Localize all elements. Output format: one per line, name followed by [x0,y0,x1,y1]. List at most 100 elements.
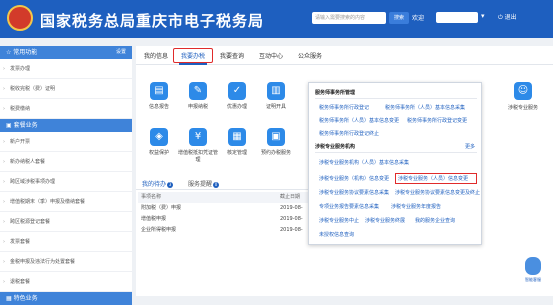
sidebar-section-title: 常用功能 [13,49,38,56]
search-button[interactable]: 搜索 [389,12,409,24]
tab-service-reminder[interactable]: 服务提醒 0 [188,179,220,188]
service-assessment[interactable]: ▦ 核定管理 [215,128,259,157]
dropdown-link[interactable]: 涉税专业服务协议要素信息采集 [319,189,389,196]
settings-link[interactable]: 设置 [116,46,126,59]
service-label: 申报纳税 [187,104,208,110]
dropdown-link[interactable]: 涉税专业服务（机构）信息变更 [319,175,389,182]
todo-tabs: 我的待办 3 服务提醒 0 [136,176,322,190]
service-label: 权益保护 [148,150,169,156]
todo-panel: 我的待办 3 服务提醒 0 事项名称 截止日期 附加税（费）申报 2019-08- … [136,176,322,296]
grid-icon: ▦ [6,295,14,302]
table-row[interactable]: 企业所得税申报 2019-08- [138,225,318,236]
sidebar-item-tax-payment[interactable]: 税费缴纳 [0,99,132,119]
assistant-label: 智能客服 [525,277,541,282]
dropdown-link[interactable]: 税务师事务所行政登记终止 [319,130,379,137]
dropdown-section-title: 服务师事务所管理 [315,90,356,96]
dropdown-link[interactable]: 涉税专业服务协议要素信息变更及终止 [395,189,480,196]
dropdown-link[interactable]: 税务师事务所（人员）基本信息变更 [319,117,399,124]
professional-service-icon: ☺ [514,82,532,100]
service-professional[interactable]: ☺ 涉税专业服务 [498,82,548,111]
dropdown-link[interactable]: 我的服务企业查询 [415,217,455,224]
divider [315,152,477,153]
welcome-text: 欢迎 [412,15,425,22]
reminder-tab-label: 服务提醒 [188,181,213,188]
sidebar-section-title: 特色业务 [13,295,38,302]
report-icon: ▤ [150,82,168,100]
divider [315,98,477,99]
table-header: 事项名称 截止日期 [138,192,318,203]
todo-table: 事项名称 截止日期 附加税（费）申报 2019-08- 增值税申报 2019-0… [138,192,318,236]
dropdown-link[interactable]: 税务师事务所行政登记变更 [407,117,467,124]
dropdown-link[interactable]: 涉税专业服务中止 [319,217,359,224]
todo-tab-label: 我的待办 [142,181,167,188]
service-appointment[interactable]: ▣ 预约办税服务 [254,128,298,157]
sidebar-item-package[interactable]: 跨区域涉税事项办理 [0,172,132,192]
dropdown-link[interactable]: 涉税专业服务机构（人员）基本信息采集 [319,159,409,166]
calendar-icon: ▣ [267,128,285,146]
todo-item-deadline: 2019-08- [280,216,303,222]
sidebar-section-common[interactable]: ☆ 常用功能 设置 [0,46,132,59]
voucher-icon: ¥ [189,128,207,146]
logout-icon: ⏻ [498,14,505,21]
assistant-button[interactable]: 智能客服 [518,257,548,283]
column-header-deadline: 截止日期 [280,194,301,200]
sidebar-item-package[interactable]: 金税申报及违法行为处置套餐 [0,252,132,272]
dropdown-link[interactable]: 涉税专业服务年度报告 [391,203,441,210]
service-certificate[interactable]: ▥ 证明开具 [254,82,298,111]
link-highlight-box [395,173,477,184]
logout-link[interactable]: ⏻ 退出 [498,12,517,22]
chevron-down-icon[interactable]: ▾ [481,12,485,20]
service-label: 涉税专业服务 [507,105,538,111]
dropdown-link[interactable]: 专项业务报告要素信息采集 [319,203,379,210]
service-declare-tax[interactable]: ✎ 申报纳税 [176,82,220,111]
user-name-field [436,12,478,23]
main-content: 我的信息 我要办税 我要查询 互动中心 公众服务 ▤ 信息报告 ✎ 申报纳税 ✓… [136,46,553,296]
top-header: 国家税务总局重庆市电子税务局 请输入需要搜索的内容 搜索 欢迎 ▾ ⏻ 退出 [0,0,553,38]
sidebar-item-package[interactable]: 新户开票 [0,132,132,152]
tab-my-todo[interactable]: 我的待办 3 [142,179,174,188]
todo-item-deadline: 2019-08- [280,205,303,211]
dropdown-link[interactable]: 税务师事务所行政登记 [319,104,369,111]
sidebar-section-special[interactable]: ▦ 特色业务 [0,292,132,305]
dropdown-link[interactable]: 未授权信息查询 [319,231,354,238]
sidebar-item-invoice[interactable]: 发票办理 [0,59,132,79]
service-vat-voucher[interactable]: ¥ 增值税抵扣凭证管理 [176,128,220,164]
todo-item-deadline: 2019-08- [280,227,303,233]
declare-icon: ✎ [189,82,207,100]
tax-bureau-logo [7,5,33,31]
sidebar-item-package[interactable]: 增值税期末（季）申报及缴纳套餐 [0,192,132,212]
todo-item-name: 增值税申报 [141,216,167,222]
service-info-report[interactable]: ▤ 信息报告 [137,82,181,111]
todo-item-name: 企业所得税申报 [141,227,177,233]
tab-underline [179,63,207,65]
dropdown-section-title: 涉税专业服务机构 [315,144,356,150]
shield-icon: ◈ [150,128,168,146]
tab-my-info[interactable]: 我的信息 [144,51,168,60]
dropdown-link[interactable]: 税务师事务所（人员）基本信息采集 [385,104,465,111]
service-label: 核定管理 [226,150,247,156]
dropdown-link[interactable]: 涉税专业服务终展 [365,217,405,224]
tab-highlight-box [173,48,213,63]
sidebar-item-package[interactable]: 新办纳税人套餐 [0,152,132,172]
service-label: 增值税抵扣凭证管理 [177,150,218,163]
more-link[interactable]: 更多 [465,143,475,150]
tab-query[interactable]: 我要查询 [220,51,244,60]
search-input[interactable]: 请输入需要搜索的内容 [312,12,386,24]
sidebar-section-package[interactable]: ▣ 套餐业务 [0,119,132,132]
table-row[interactable]: 附加税（费）申报 2019-08- [138,203,318,214]
certificate-icon: ▥ [267,82,285,100]
tab-public-service[interactable]: 公众服务 [298,51,322,60]
reminder-count-badge: 0 [213,182,220,188]
sidebar-item-package[interactable]: 跨区税源登记套餐 [0,212,132,232]
sidebar-item-tax-certificate[interactable]: 税收完税（费）证明 [0,79,132,99]
sidebar-item-package[interactable]: 退税套餐 [0,272,132,292]
service-rights[interactable]: ◈ 权益保护 [137,128,181,157]
service-preference[interactable]: ✓ 优惠办理 [215,82,259,111]
table-row[interactable]: 增值税申报 2019-08- [138,214,318,225]
column-header-item: 事项名称 [141,194,162,200]
tab-interaction[interactable]: 互动中心 [259,51,283,60]
service-label: 预约办税服务 [260,150,291,156]
sidebar: ☆ 常用功能 设置 发票办理 税收完税（费）证明 税费缴纳 ▣ 套餐业务 新户开… [0,46,132,305]
service-label: 优惠办理 [226,104,247,110]
sidebar-item-package[interactable]: 发票套餐 [0,232,132,252]
